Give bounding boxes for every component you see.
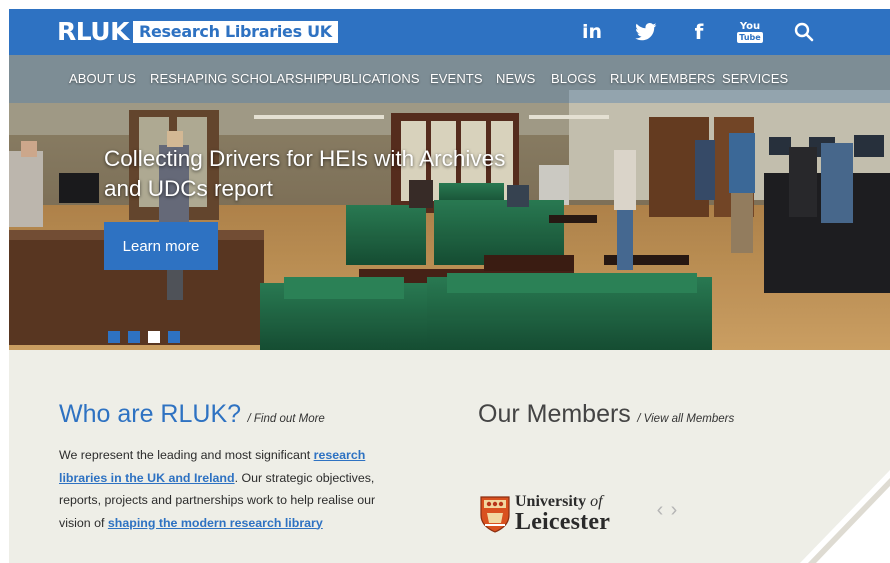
members-title-row: Our Members / View all Members [478, 400, 734, 429]
twitter-icon[interactable] [633, 9, 659, 55]
page: RLUK Research Libraries UK in f You Tube [9, 9, 890, 563]
youtube-icon[interactable]: You Tube [737, 9, 763, 55]
who-title-row: Who are RLUK? / Find out More [59, 400, 325, 429]
magnifier-glyph [794, 22, 814, 42]
nav-item-blogs[interactable]: BLOGS [551, 55, 596, 103]
chevron-right-icon[interactable]: › [667, 499, 681, 521]
view-all-members-link[interactable]: / View all Members [637, 413, 734, 425]
slide-dot[interactable] [148, 331, 160, 343]
uni-university: University [515, 493, 587, 510]
slide-indicators [108, 331, 180, 343]
youtube-wordmark: You Tube [737, 20, 763, 43]
top-bar: RLUK Research Libraries UK in f You Tube [9, 9, 890, 55]
slide-dot[interactable] [108, 331, 120, 343]
nav-item-events[interactable]: EVENTS [430, 55, 483, 103]
who-heading: Who are RLUK? [59, 400, 242, 428]
nav-item-rluk-members[interactable]: RLUK MEMBERS [610, 55, 715, 103]
youtube-tube: Tube [737, 31, 763, 43]
nav-item-reshaping-scholarship[interactable]: RESHAPING SCHOLARSHIP [150, 55, 325, 103]
learn-more-button[interactable]: Learn more [104, 222, 218, 270]
shield-crest-icon [480, 496, 510, 533]
nav-item-services[interactable]: SERVICES [722, 55, 788, 103]
hero-banner: ABOUT US RESHAPING SCHOLARSHIP PUBLICATI… [9, 55, 890, 350]
youtube-you: You [739, 20, 761, 32]
twitter-bird-glyph [635, 23, 657, 41]
uni-of: of [590, 493, 603, 510]
rluk-logo[interactable]: RLUK Research Libraries UK [57, 18, 338, 46]
hero-title: Collecting Drivers for HEIs with Archive… [104, 146, 506, 201]
linkedin-icon[interactable]: in [579, 9, 605, 55]
chevron-left-icon[interactable]: ‹ [653, 499, 667, 521]
nav-item-publications[interactable]: PUBLICATIONS [324, 55, 420, 103]
university-wordmark: University of Leicester [515, 494, 611, 535]
find-out-more-link[interactable]: / Find out More [247, 413, 324, 425]
slide-dot[interactable] [128, 331, 140, 343]
facebook-label: f [694, 20, 704, 44]
slide-dot[interactable] [168, 331, 180, 343]
uni-line-1: University of [515, 494, 610, 510]
search-icon[interactable] [791, 9, 817, 55]
logo-text: Research Libraries UK [132, 21, 338, 43]
shaping-modern-library-link[interactable]: shaping the modern research library [108, 516, 323, 530]
facebook-icon[interactable]: f [689, 9, 709, 55]
logo-mark: RLUK [57, 17, 129, 46]
uni-leicester: Leicester [515, 509, 611, 535]
main-nav: ABOUT US RESHAPING SCHOLARSHIP PUBLICATI… [9, 55, 890, 103]
nav-item-about-us[interactable]: ABOUT US [69, 55, 136, 103]
members-heading: Our Members [478, 400, 631, 428]
linkedin-label: in [581, 21, 603, 43]
who-text-part-1: We represent the leading and most signif… [59, 448, 314, 462]
nav-item-news[interactable]: NEWS [496, 55, 535, 103]
university-of-leicester-logo[interactable]: University of Leicester [479, 494, 610, 534]
who-description: We represent the leading and most signif… [59, 444, 409, 534]
